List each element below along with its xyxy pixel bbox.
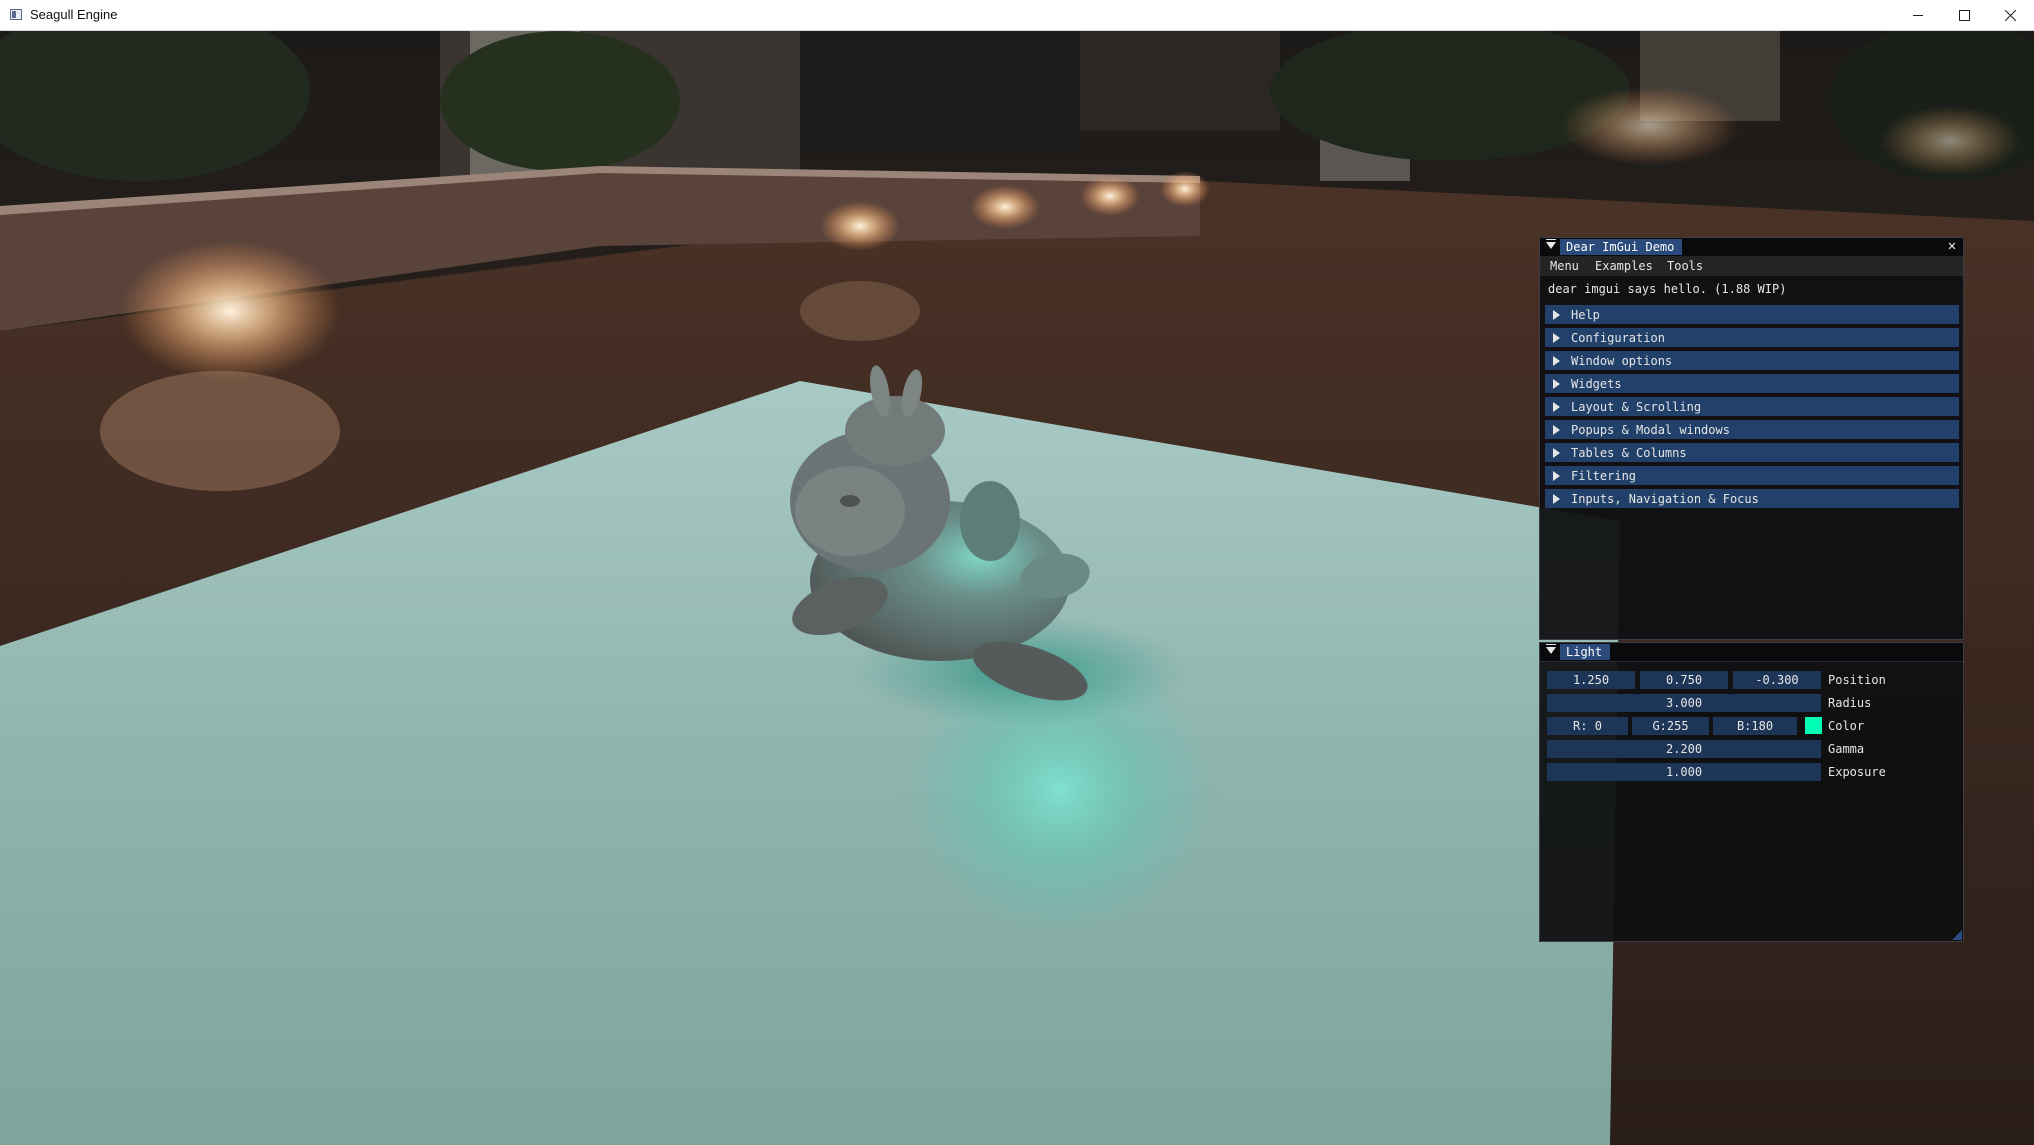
minimize-button[interactable] — [1895, 0, 1941, 30]
header-tables-columns[interactable]: Tables & Columns — [1545, 443, 1959, 462]
header-label: Filtering — [1571, 469, 1637, 483]
gamma-field[interactable]: 2.200 — [1547, 740, 1821, 758]
header-label: Layout & Scrolling — [1571, 400, 1702, 414]
collapse-arrow-icon[interactable] — [1546, 239, 1556, 249]
color-swatch[interactable] — [1805, 717, 1822, 734]
maximize-icon — [1958, 9, 1970, 21]
demo-menubar: Menu Examples Tools — [1540, 256, 1963, 276]
menu-menu[interactable]: Menu — [1550, 259, 1579, 273]
header-inputs-navigation[interactable]: Inputs, Navigation & Focus — [1545, 489, 1959, 508]
light-window-titlebar[interactable]: Light — [1540, 643, 1963, 662]
color-label: Color — [1828, 719, 1865, 733]
header-configuration[interactable]: Configuration — [1545, 328, 1959, 347]
tree-arrow-icon — [1553, 310, 1560, 320]
color-b-field[interactable]: B:180 — [1713, 717, 1797, 735]
header-label: Inputs, Navigation & Focus — [1571, 492, 1759, 506]
close-icon — [2004, 9, 2016, 21]
gamma-label: Gamma — [1828, 742, 1865, 756]
minimize-icon — [1913, 15, 1923, 16]
radius-field[interactable]: 3.000 — [1547, 694, 1821, 712]
resize-grip[interactable] — [1952, 930, 1962, 940]
hello-text: dear imgui says hello. (1.88 WIP) — [1548, 282, 1787, 296]
header-help[interactable]: Help — [1545, 305, 1959, 324]
position-label: Position — [1828, 673, 1886, 687]
tree-arrow-icon — [1553, 379, 1560, 389]
window-titlebar[interactable]: Seagull Engine — [0, 0, 2034, 31]
tree-arrow-icon — [1553, 494, 1560, 504]
position-x-field[interactable]: 1.250 — [1547, 671, 1635, 689]
close-icon[interactable]: ✕ — [1945, 239, 1959, 253]
menu-examples[interactable]: Examples — [1595, 259, 1653, 273]
tree-arrow-icon — [1553, 448, 1560, 458]
header-label: Widgets — [1571, 377, 1622, 391]
radius-label: Radius — [1828, 696, 1872, 710]
tree-arrow-icon — [1553, 425, 1560, 435]
light-window-title[interactable]: Light — [1560, 644, 1611, 660]
header-label: Help — [1571, 308, 1600, 322]
exposure-field[interactable]: 1.000 — [1547, 763, 1821, 781]
header-filtering[interactable]: Filtering — [1545, 466, 1959, 485]
tree-arrow-icon — [1553, 471, 1560, 481]
window-title: Seagull Engine — [30, 7, 118, 22]
menu-tools[interactable]: Tools — [1667, 259, 1703, 273]
collapse-arrow-icon[interactable] — [1546, 644, 1556, 654]
exposure-label: Exposure — [1828, 765, 1886, 779]
header-label: Popups & Modal windows — [1571, 423, 1730, 437]
header-label: Configuration — [1571, 331, 1665, 345]
maximize-button[interactable] — [1941, 0, 1987, 30]
position-z-field[interactable]: -0.300 — [1733, 671, 1821, 689]
header-label: Tables & Columns — [1571, 446, 1687, 460]
demo-window-titlebar[interactable]: Dear ImGui Demo ✕ — [1540, 238, 1963, 257]
position-y-field[interactable]: 0.750 — [1640, 671, 1728, 689]
app-icon — [10, 9, 22, 20]
color-g-field[interactable]: G:255 — [1632, 717, 1709, 735]
header-layout-scrolling[interactable]: Layout & Scrolling — [1545, 397, 1959, 416]
imgui-demo-window[interactable]: Dear ImGui Demo ✕ Menu Examples Tools de… — [1539, 237, 1964, 640]
tree-arrow-icon — [1553, 356, 1560, 366]
color-r-field[interactable]: R: 0 — [1547, 717, 1628, 735]
close-button[interactable] — [1987, 0, 2033, 30]
demo-window-title[interactable]: Dear ImGui Demo — [1560, 239, 1683, 255]
tree-arrow-icon — [1553, 402, 1560, 412]
header-popups-modal[interactable]: Popups & Modal windows — [1545, 420, 1959, 439]
imgui-light-window[interactable]: Light 1.250 0.750 -0.300 Position 3.000 … — [1539, 642, 1964, 942]
header-window-options[interactable]: Window options — [1545, 351, 1959, 370]
tree-arrow-icon — [1553, 333, 1560, 343]
header-widgets[interactable]: Widgets — [1545, 374, 1959, 393]
header-label: Window options — [1571, 354, 1673, 368]
